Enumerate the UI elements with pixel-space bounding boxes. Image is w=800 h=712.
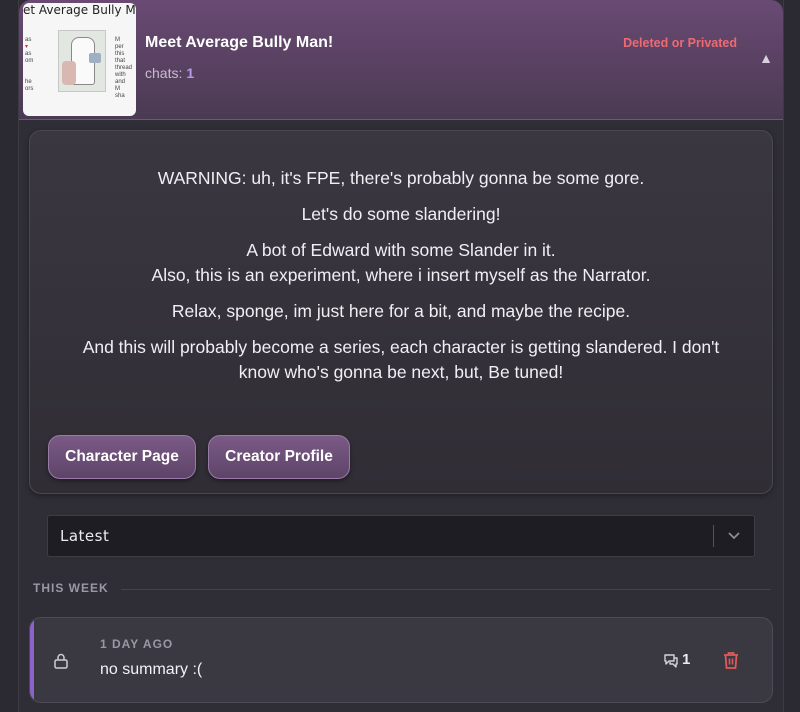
thumbnail-scribble-right: Mper this that thread with and Msha xyxy=(115,37,133,99)
character-description: WARNING: uh, it's FPE, there's probably … xyxy=(60,166,742,396)
chat-count: chats: 1 xyxy=(145,65,194,81)
thumbnail-scribble-left: as ▾ as om he ors xyxy=(25,37,34,92)
sort-select[interactable]: Latest xyxy=(47,515,755,557)
messages-icon xyxy=(664,654,678,668)
chat-count-label: chats: xyxy=(145,65,183,81)
select-divider xyxy=(713,525,714,547)
description-paragraph: A bot of Edward with some Slander in it.… xyxy=(151,240,651,285)
sort-select-value: Latest xyxy=(60,527,110,545)
chevron-down-icon[interactable] xyxy=(726,527,742,543)
character-name[interactable]: Meet Average Bully Man! xyxy=(145,34,333,52)
character-art xyxy=(58,30,106,92)
character-header[interactable]: et Average Bully M as ▾ as om he ors Mper this… xyxy=(19,0,783,120)
description-paragraph: And this will probably become a series, … xyxy=(82,337,720,382)
section-divider xyxy=(121,589,771,590)
description-paragraph: Relax, sponge, im just here for a bit, a… xyxy=(171,301,631,321)
chat-accent-bar xyxy=(30,618,34,702)
trash-icon[interactable] xyxy=(720,649,742,671)
character-chats-panel: et Average Bully M as ▾ as om he ors Mper this… xyxy=(18,0,784,712)
chat-timestamp: 1 DAY AGO xyxy=(100,637,174,651)
chat-count-value: 1 xyxy=(186,65,195,81)
character-description-card: WARNING: uh, it's FPE, there's probably … xyxy=(29,130,773,494)
section-heading: THIS WEEK xyxy=(33,581,109,595)
triangle-up-icon[interactable]: ▲ xyxy=(759,50,773,66)
description-paragraph: WARNING: uh, it's FPE, there's probably … xyxy=(157,168,645,188)
thumbnail-title: et Average Bully M xyxy=(23,3,136,17)
chat-list-item[interactable]: 1 DAY AGO no summary :( 1 xyxy=(29,617,773,703)
description-paragraph: Let's do some slandering! xyxy=(301,204,501,224)
creator-profile-button[interactable]: Creator Profile xyxy=(208,435,350,479)
character-page-button[interactable]: Character Page xyxy=(48,435,196,479)
status-badge: Deleted or Privated xyxy=(623,36,737,50)
character-thumbnail[interactable]: et Average Bully M as ▾ as om he ors Mper this… xyxy=(23,3,136,116)
message-count: 1 xyxy=(682,651,691,668)
lock-icon xyxy=(54,653,68,669)
chat-summary: no summary :( xyxy=(100,661,203,678)
